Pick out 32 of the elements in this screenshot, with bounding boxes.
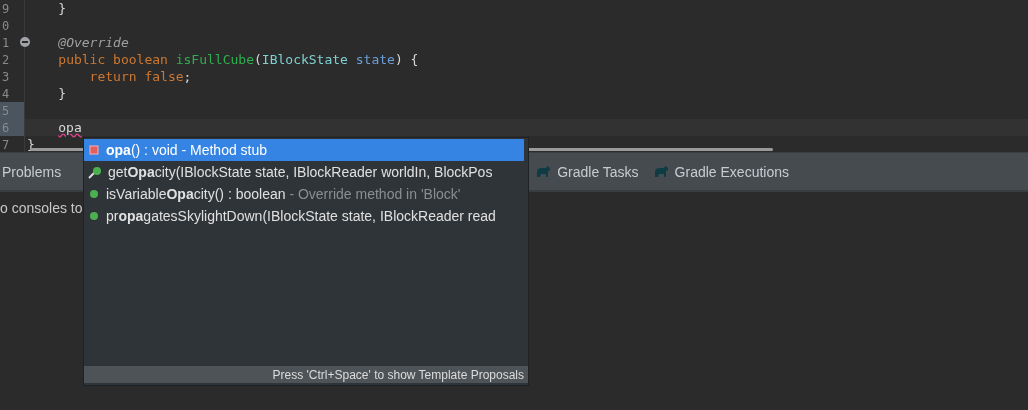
line-number: 4 xyxy=(2,86,10,101)
line-number: 1 xyxy=(2,35,10,50)
code-line: public boolean isFullCube(IBlockState state) { xyxy=(57,52,419,67)
hint-text: Press 'Ctrl+Space' to show Template Proposals xyxy=(272,367,524,382)
method-icon xyxy=(88,188,100,200)
line-number: 0 xyxy=(2,18,10,33)
completion-item[interactable]: getOpacity(IBlockState state, IBlockReader worldIn, BlockPos xyxy=(84,161,524,183)
code-line: return false; xyxy=(88,69,192,84)
line-number: 3 xyxy=(2,69,10,84)
code-line: opa xyxy=(57,120,82,135)
completion-item[interactable]: opa() : void - Method stub xyxy=(84,139,524,161)
line-number: 9 xyxy=(2,1,10,16)
view-tab[interactable]: Problems xyxy=(0,163,66,180)
view-tab[interactable]: Gradle Tasks xyxy=(531,163,643,180)
line-number: 6 xyxy=(2,120,10,135)
line-number: 5 xyxy=(2,103,10,118)
code-line: } xyxy=(27,137,35,152)
method-stub-icon xyxy=(88,144,100,156)
override-method-icon xyxy=(88,165,102,179)
elephant-icon xyxy=(535,165,552,178)
view-tab[interactable]: Gradle Executions xyxy=(648,163,793,180)
collapse-icon[interactable] xyxy=(20,37,30,47)
line-number: 7 xyxy=(2,137,10,152)
code-line: } xyxy=(57,86,67,101)
console-message: o consoles to xyxy=(0,200,83,216)
code-line: } xyxy=(57,1,67,16)
completion-item[interactable]: propagatesSkylightDown(IBlockState state, IBlockReader read xyxy=(84,205,524,227)
line-number: 2 xyxy=(2,52,10,67)
code-line: @Override xyxy=(57,35,129,50)
method-icon xyxy=(88,210,100,222)
completion-item[interactable]: isVariableOpacity() : boolean - Override method in 'Block' xyxy=(84,183,524,205)
elephant-icon xyxy=(652,165,669,178)
